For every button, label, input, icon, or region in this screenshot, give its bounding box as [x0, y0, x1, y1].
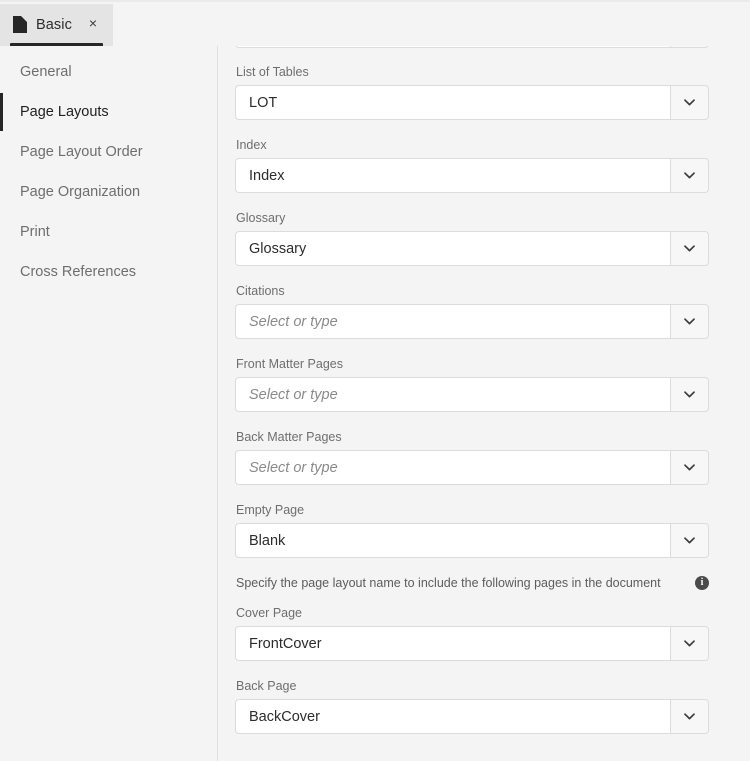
form-field-back-matter-pages: Back Matter Pages Select or type — [219, 429, 750, 485]
combobox-empty-page[interactable]: Blank — [235, 523, 709, 558]
sidebar: General Page Layouts Page Layout Order P… — [0, 46, 218, 761]
combobox-glossary[interactable]: Glossary — [235, 231, 709, 266]
chevron-down-icon — [684, 464, 695, 471]
combobox-toggle[interactable] — [670, 231, 709, 266]
chevron-down-icon — [684, 245, 695, 252]
document-icon — [13, 16, 27, 33]
combobox-toggle[interactable] — [670, 523, 709, 558]
settings-window: Basic × General Page Layouts Page Layout… — [0, 0, 750, 761]
combobox-list-of-tables[interactable]: LOT — [235, 85, 709, 120]
sidebar-item-page-organization[interactable]: Page Organization — [0, 172, 217, 212]
combobox-back-page[interactable]: BackCover — [235, 699, 709, 734]
sidebar-item-general[interactable]: General — [0, 52, 217, 92]
tab-label: Basic — [36, 16, 72, 33]
form-field-clipped — [219, 46, 750, 48]
info-icon[interactable]: i — [695, 576, 709, 590]
field-label: Index — [236, 138, 267, 152]
chevron-down-icon — [684, 172, 695, 179]
combobox-citations[interactable]: Select or type — [235, 304, 709, 339]
sidebar-item-page-layout-order[interactable]: Page Layout Order — [0, 132, 217, 172]
form-field-cover-page: Cover Page FrontCover — [219, 605, 750, 661]
field-label: Back Page — [236, 679, 297, 693]
form-field-front-matter-pages: Front Matter Pages Select or type — [219, 356, 750, 412]
close-icon[interactable]: × — [85, 15, 101, 31]
combobox-input[interactable]: LOT — [235, 85, 670, 120]
combobox-input[interactable]: Blank — [235, 523, 670, 558]
combobox-toggle[interactable] — [670, 158, 709, 193]
combobox-toggle[interactable] — [670, 626, 709, 661]
combobox-toggle[interactable] — [670, 450, 709, 485]
field-label: Back Matter Pages — [236, 430, 342, 444]
field-label: Front Matter Pages — [236, 357, 343, 371]
combobox-input[interactable]: Select or type — [235, 450, 670, 485]
form-field-list-of-tables: List of Tables LOT — [219, 64, 750, 120]
combobox-input[interactable]: FrontCover — [235, 626, 670, 661]
sidebar-item-label: Print — [20, 224, 50, 240]
combobox-index[interactable]: Index — [235, 158, 709, 193]
form-field-glossary: Glossary Glossary — [219, 210, 750, 266]
form-field-back-page: Back Page BackCover — [219, 678, 750, 734]
combobox-toggle[interactable] — [670, 377, 709, 412]
tab-bar: Basic × — [0, 0, 750, 48]
sidebar-item-label: General — [20, 64, 72, 80]
sidebar-item-page-layouts[interactable]: Page Layouts — [0, 92, 217, 132]
tab-basic[interactable]: Basic × — [0, 4, 113, 48]
sidebar-item-label: Page Layouts — [20, 104, 109, 120]
combobox-input[interactable]: Glossary — [235, 231, 670, 266]
combobox-input[interactable]: Select or type — [235, 377, 670, 412]
combobox-back-matter-pages[interactable]: Select or type — [235, 450, 709, 485]
form-field-citations: Citations Select or type — [219, 283, 750, 339]
sidebar-item-print[interactable]: Print — [0, 212, 217, 252]
combobox-toggle[interactable] — [670, 46, 709, 48]
combobox-clipped[interactable] — [235, 46, 709, 48]
combobox-input[interactable]: BackCover — [235, 699, 670, 734]
field-label: List of Tables — [236, 65, 309, 79]
settings-panel: List of Tables LOT Index Index Glossary … — [219, 46, 750, 761]
help-text: Specify the page layout name to include … — [236, 576, 661, 590]
field-label: Empty Page — [236, 503, 305, 517]
chevron-down-icon — [684, 640, 695, 647]
combobox-toggle[interactable] — [670, 85, 709, 120]
combobox-cover-page[interactable]: FrontCover — [235, 626, 709, 661]
combobox-toggle[interactable] — [670, 699, 709, 734]
help-row: Specify the page layout name to include … — [219, 575, 750, 591]
settings-form: List of Tables LOT Index Index Glossary … — [219, 46, 750, 761]
combobox-input[interactable] — [235, 46, 670, 48]
sidebar-item-label: Page Layout Order — [20, 144, 143, 160]
combobox-input[interactable]: Index — [235, 158, 670, 193]
sidebar-item-cross-references[interactable]: Cross References — [0, 252, 217, 292]
field-label: Glossary — [236, 211, 286, 225]
field-label: Cover Page — [236, 606, 303, 620]
chevron-down-icon — [684, 318, 695, 325]
chevron-down-icon — [684, 391, 695, 398]
combobox-input[interactable]: Select or type — [235, 304, 670, 339]
field-label: Citations — [236, 284, 285, 298]
combobox-front-matter-pages[interactable]: Select or type — [235, 377, 709, 412]
chevron-down-icon — [684, 537, 695, 544]
sidebar-item-label: Page Organization — [20, 184, 141, 200]
form-field-index: Index Index — [219, 137, 750, 193]
combobox-toggle[interactable] — [670, 304, 709, 339]
sidebar-item-label: Cross References — [20, 264, 137, 280]
form-field-empty-page: Empty Page Blank — [219, 502, 750, 558]
chevron-down-icon — [684, 99, 695, 106]
chevron-down-icon — [684, 713, 695, 720]
